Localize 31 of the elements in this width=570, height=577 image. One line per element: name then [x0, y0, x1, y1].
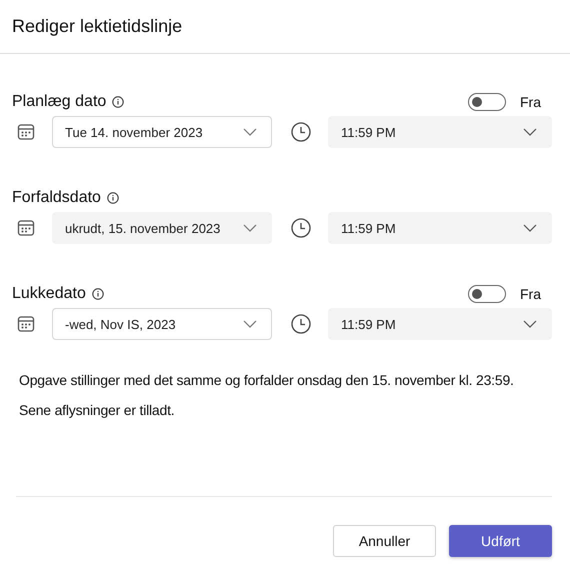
date-dropdown[interactable]: ukrudt, 15. november 2023	[52, 212, 272, 244]
dialog-title: Rediger lektietidslinje	[12, 16, 182, 37]
field-label: Forfaldsdato	[12, 189, 101, 207]
done-button[interactable]: Udført	[449, 525, 552, 557]
chevron-down-icon	[523, 128, 537, 136]
field-label: Lukkedato	[12, 285, 86, 303]
time-dropdown[interactable]: 11:59 PM	[328, 116, 552, 148]
calendar-icon	[16, 218, 36, 238]
chevron-down-icon	[243, 320, 257, 328]
field-label: Planlæg dato	[12, 93, 106, 111]
time-dropdown[interactable]: 11:59 PM	[328, 212, 552, 244]
toggle-label: Fra	[520, 94, 542, 110]
toggle-switch[interactable]	[468, 93, 506, 111]
clock-icon	[290, 217, 312, 239]
toggle-switch[interactable]	[468, 285, 506, 303]
toggle-label: Fra	[520, 286, 542, 302]
clock-icon	[290, 313, 312, 335]
chevron-down-icon	[243, 128, 257, 136]
chevron-down-icon	[523, 320, 537, 328]
calendar-icon	[16, 122, 36, 142]
chevron-down-icon	[243, 224, 257, 232]
time-dropdown[interactable]: 11:59 PM	[328, 308, 552, 340]
summary-text: Sene aflysninger er tilladt.	[19, 402, 176, 418]
chevron-down-icon	[523, 224, 537, 232]
summary-text: Opgave stillinger med det samme og forfalder onsdag den 15. november kl. 23:59.	[19, 372, 515, 388]
info-icon	[106, 192, 119, 204]
cancel-button[interactable]: Annuller	[333, 525, 436, 557]
calendar-icon	[16, 314, 36, 334]
clock-icon	[290, 121, 312, 143]
info-icon	[112, 96, 124, 108]
info-icon	[92, 288, 104, 300]
